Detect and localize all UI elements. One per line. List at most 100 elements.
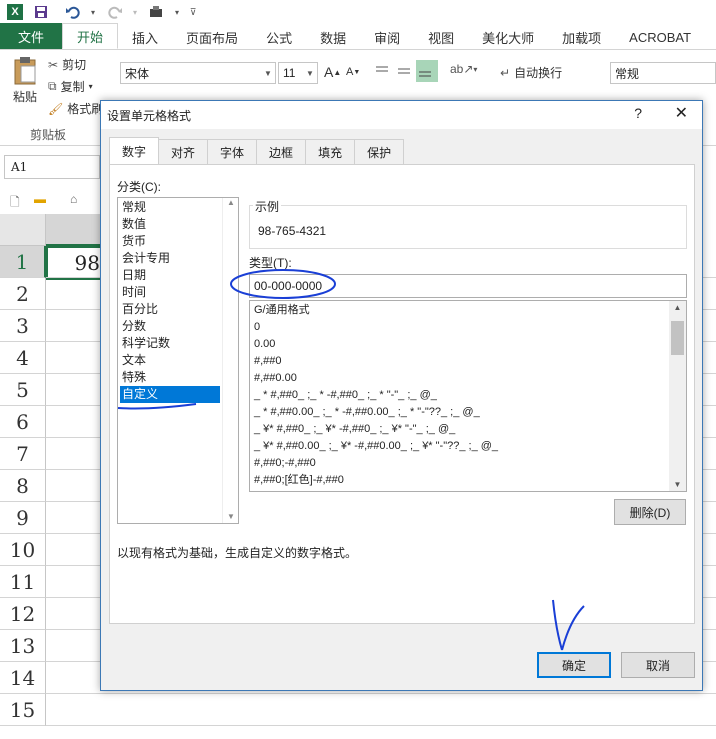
save-icon[interactable] xyxy=(30,1,52,23)
format-code-list[interactable]: G/通用格式 0 0.00 #,##0 #,##0.00 _ * #,##0_ ;_ * … xyxy=(249,300,687,492)
align-middle-icon[interactable] xyxy=(396,62,414,80)
format-code-item[interactable]: #,##0;[红色]-#,##0 xyxy=(254,472,344,489)
row-header[interactable]: 8 xyxy=(0,470,46,502)
column-header-corner[interactable] xyxy=(0,214,46,246)
format-code-item[interactable]: _ * #,##0.00_ ;_ * -#,##0.00_ ;_ * "-"??… xyxy=(254,404,480,421)
cut-button[interactable]: ✂ 剪切 xyxy=(48,56,86,73)
format-code-item[interactable]: 0 xyxy=(254,319,260,336)
category-item[interactable]: 百分比 xyxy=(120,301,220,318)
font-size-select[interactable]: 11 ▼ xyxy=(278,62,318,84)
row-header[interactable]: 15 xyxy=(0,694,46,726)
tab-home[interactable]: 开始 xyxy=(62,23,119,49)
home-icon[interactable]: ⌂ xyxy=(70,192,77,206)
format-code-item[interactable]: 0.00 xyxy=(254,336,275,353)
category-item[interactable]: 数值 xyxy=(120,216,220,233)
help-button[interactable]: ? xyxy=(634,105,642,121)
row-header[interactable]: 10 xyxy=(0,534,46,566)
format-code-item[interactable]: #,##0.00 xyxy=(254,370,297,387)
type-input[interactable]: 00-000-0000 xyxy=(249,274,687,298)
tab-data[interactable]: 数据 xyxy=(306,25,360,49)
dialog-tabs: 数字 对齐 字体 边框 填充 保护 xyxy=(109,137,405,165)
number-format-select[interactable]: 常规 xyxy=(610,62,716,84)
category-item[interactable]: 日期 xyxy=(120,267,220,284)
cell-a1[interactable]: 98 xyxy=(46,246,108,280)
row-header[interactable]: 5 xyxy=(0,374,46,406)
more-commands-icon[interactable]: ⊽ xyxy=(186,1,200,23)
wrap-text-button[interactable]: ↵ 自动换行 xyxy=(500,64,562,81)
tab-protection[interactable]: 保护 xyxy=(354,139,405,164)
cancel-button[interactable]: 取消 xyxy=(621,652,695,678)
new-file-icon[interactable]: 🗋 xyxy=(10,193,20,214)
tab-addins[interactable]: 加载项 xyxy=(548,25,615,49)
format-code-item[interactable]: _ * #,##0_ ;_ * -#,##0_ ;_ * "-"_ ;_ @_ xyxy=(254,387,437,404)
name-box[interactable]: A1 xyxy=(4,155,100,179)
row-header[interactable]: 6 xyxy=(0,406,46,438)
tab-border[interactable]: 边框 xyxy=(256,139,307,164)
close-icon[interactable]: ✕ xyxy=(675,103,688,123)
category-scrollbar[interactable]: ▲ ▼ xyxy=(222,198,238,523)
scroll-up-icon[interactable]: ▲ xyxy=(669,303,686,312)
align-top-icon[interactable] xyxy=(374,62,392,80)
row-header[interactable]: 9 xyxy=(0,502,46,534)
scrollbar-thumb[interactable] xyxy=(671,321,684,355)
row-header[interactable]: 13 xyxy=(0,630,46,662)
tab-acrobat[interactable]: ACROBAT xyxy=(615,25,705,49)
customize-icon[interactable] xyxy=(146,1,168,23)
format-code-item[interactable]: #,##0 xyxy=(254,353,282,370)
format-list-scrollbar[interactable]: ▲ ▼ xyxy=(669,301,686,491)
align-bottom-icon[interactable] xyxy=(416,60,438,82)
paste-button[interactable]: 粘贴 xyxy=(8,56,42,105)
row-header[interactable]: 7 xyxy=(0,438,46,470)
customize-dropdown-icon[interactable]: ▾ xyxy=(172,1,182,23)
scroll-down-icon[interactable]: ▼ xyxy=(669,480,686,489)
tab-page-layout[interactable]: 页面布局 xyxy=(172,25,252,49)
format-code-item[interactable]: _ ¥* #,##0_ ;_ ¥* -#,##0_ ;_ ¥* "-"_ ;_ … xyxy=(254,421,455,438)
category-item[interactable]: 自定义 xyxy=(120,386,220,403)
grow-font-button[interactable]: A ▲ xyxy=(324,64,341,80)
font-name-select[interactable]: 宋体 ▼ xyxy=(120,62,276,84)
delete-button[interactable]: 删除(D) xyxy=(614,499,686,525)
category-item[interactable]: 科学记数 xyxy=(120,335,220,352)
row-header[interactable]: 4 xyxy=(0,342,46,374)
redo-icon[interactable] xyxy=(104,1,126,23)
row-header[interactable]: 3 xyxy=(0,310,46,342)
tab-number[interactable]: 数字 xyxy=(109,137,160,164)
scroll-down-icon[interactable]: ▼ xyxy=(223,512,239,521)
undo-dropdown-icon[interactable]: ▾ xyxy=(88,1,98,23)
folder-icon[interactable]: ▬ xyxy=(34,192,46,206)
tab-insert[interactable]: 插入 xyxy=(118,25,172,49)
copy-button[interactable]: ⧉ 复制 ▾ xyxy=(48,78,93,95)
format-code-item[interactable]: G/通用格式 xyxy=(254,302,310,319)
row-header[interactable]: 12 xyxy=(0,598,46,630)
scroll-up-icon[interactable]: ▲ xyxy=(223,198,239,207)
shrink-font-button[interactable]: A ▼ xyxy=(346,66,360,78)
row-header[interactable]: 1 xyxy=(0,246,46,278)
category-item[interactable]: 文本 xyxy=(120,352,220,369)
format-code-item[interactable]: #,##0;-#,##0 xyxy=(254,455,316,472)
tab-beautify-master[interactable]: 美化大师 xyxy=(468,25,548,49)
tab-file[interactable]: 文件 xyxy=(0,23,63,49)
column-header-a[interactable] xyxy=(46,214,106,246)
tab-formulas[interactable]: 公式 xyxy=(252,25,306,49)
category-item[interactable]: 特殊 xyxy=(120,369,220,386)
tab-review[interactable]: 审阅 xyxy=(360,25,414,49)
redo-dropdown-icon[interactable]: ▾ xyxy=(130,1,140,23)
category-item[interactable]: 分数 xyxy=(120,318,220,335)
category-item[interactable]: 货币 xyxy=(120,233,220,250)
tab-view[interactable]: 视图 xyxy=(414,25,468,49)
ok-button[interactable]: 确定 xyxy=(537,652,611,678)
tab-font[interactable]: 字体 xyxy=(207,139,258,164)
row-header[interactable]: 2 xyxy=(0,278,46,310)
category-item[interactable]: 时间 xyxy=(120,284,220,301)
format-painter-button[interactable]: 🖌 格式刷 xyxy=(48,100,103,117)
category-item[interactable]: 会计专用 xyxy=(120,250,220,267)
category-item[interactable]: 常规 xyxy=(120,199,220,216)
format-code-item[interactable]: _ ¥* #,##0.00_ ;_ ¥* -#,##0.00_ ;_ ¥* "-… xyxy=(254,438,498,455)
tab-alignment[interactable]: 对齐 xyxy=(158,139,209,164)
category-list[interactable]: 常规 数值 货币 会计专用 日期 时间 百分比 分数 科学记数 文本 特殊 自定义 ▲ ▼ xyxy=(117,197,239,524)
tab-fill[interactable]: 填充 xyxy=(305,139,356,164)
text-orientation-icon[interactable]: ab↗ ▾ xyxy=(450,62,477,76)
row-header[interactable]: 14 xyxy=(0,662,46,694)
row-header[interactable]: 11 xyxy=(0,566,46,598)
undo-icon[interactable] xyxy=(62,1,84,23)
